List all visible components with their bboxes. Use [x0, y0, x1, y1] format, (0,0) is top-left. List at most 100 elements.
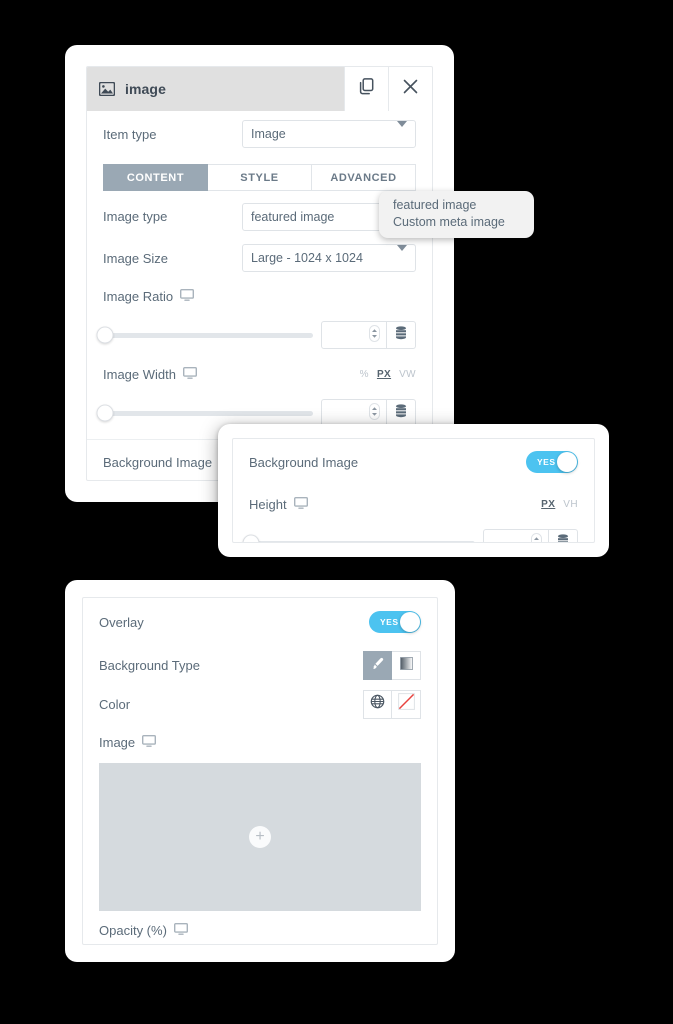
- image-type-value: featured image: [251, 209, 335, 224]
- background-type-row: Background Type: [83, 646, 437, 685]
- unit-percent[interactable]: %: [360, 369, 369, 380]
- bg-background-image-toggle[interactable]: YES: [526, 451, 578, 473]
- bg-background-image-label: Background Image: [249, 454, 359, 470]
- image-picker[interactable]: +: [99, 763, 421, 911]
- database-icon: [395, 403, 407, 423]
- panel-header-buttons: [344, 67, 432, 111]
- database-icon: [395, 325, 407, 345]
- close-button[interactable]: [388, 67, 432, 111]
- stepper-icon[interactable]: [369, 325, 380, 345]
- bg-height-label-text: Height: [249, 496, 287, 512]
- duplicate-icon: [359, 78, 375, 100]
- image-size-value: Large - 1024 x 1024: [251, 251, 363, 265]
- image-type-options-popup[interactable]: featured image Custom meta image: [379, 191, 534, 238]
- image-ratio-label-text: Image Ratio: [103, 288, 174, 304]
- close-icon: [403, 79, 418, 99]
- database-icon: [557, 533, 569, 542]
- unit-vw[interactable]: VW: [399, 369, 416, 380]
- unit-px[interactable]: PX: [541, 499, 555, 510]
- item-type-select[interactable]: Image: [242, 120, 416, 148]
- item-type-value: Image: [251, 127, 286, 141]
- image-size-row: Image Size Large - 1024 x 1024: [87, 239, 432, 277]
- opacity-label: Opacity (%): [99, 922, 421, 938]
- unit-px[interactable]: PX: [377, 369, 391, 380]
- bg-height-row: Height PX VH: [233, 485, 594, 523]
- responsive-desktop-icon[interactable]: [293, 496, 308, 512]
- opacity-label-text: Opacity (%): [99, 922, 167, 938]
- image-size-label: Image Size: [103, 250, 169, 266]
- opacity-row: Opacity (%): [83, 911, 437, 944]
- tab-advanced[interactable]: ADVANCED: [312, 164, 416, 191]
- image-width-label-text: Image Width: [103, 366, 176, 382]
- color-label: Color: [99, 696, 131, 712]
- image-width-input[interactable]: [321, 399, 387, 427]
- image-width-label: Image Width: [103, 366, 360, 382]
- gradient-icon: [399, 656, 413, 675]
- bg-height-dynamic-button[interactable]: [549, 529, 578, 542]
- image-ratio-slider-row: [87, 315, 432, 355]
- stepper-icon[interactable]: [531, 533, 542, 542]
- color-options: [363, 689, 421, 719]
- no-color-icon: [397, 693, 415, 715]
- background-image-inner: Background Image YES Height PX VH: [232, 438, 595, 543]
- color-row: Color: [83, 685, 437, 723]
- chevron-down-icon: [397, 121, 407, 141]
- image-ratio-slider[interactable]: [96, 326, 313, 344]
- image-width-row: Image Width % PX VW: [87, 355, 432, 393]
- overlay-settings-inner: Overlay YES Background Type Color Image …: [82, 597, 438, 945]
- image-ratio-row: Image Ratio: [87, 277, 432, 315]
- ov-overlay-toggle[interactable]: YES: [369, 611, 421, 633]
- image-ratio-input[interactable]: [321, 321, 387, 349]
- slider-track: [249, 540, 475, 542]
- plus-icon[interactable]: +: [249, 826, 271, 848]
- chevron-down-icon: [397, 245, 407, 265]
- unit-vh[interactable]: VH: [563, 499, 578, 510]
- responsive-desktop-icon[interactable]: [142, 734, 157, 750]
- toggle-state-label: YES: [537, 457, 556, 467]
- background-type-classic-button[interactable]: [363, 651, 392, 680]
- image-type-label: Image type: [103, 209, 168, 224]
- slider-knob[interactable]: [242, 534, 260, 542]
- tab-content[interactable]: CONTENT: [103, 164, 208, 191]
- toggle-knob: [557, 452, 577, 472]
- responsive-desktop-icon[interactable]: [173, 922, 188, 938]
- photo-icon: [99, 82, 115, 96]
- responsive-desktop-icon[interactable]: [180, 288, 195, 304]
- ov-overlay-row: Overlay YES: [83, 598, 437, 646]
- ov-image-label: Image: [99, 734, 421, 750]
- ov-image-row: Image: [83, 723, 437, 761]
- image-ratio-dynamic-button[interactable]: [387, 321, 416, 349]
- image-width-dynamic-button[interactable]: [387, 399, 416, 427]
- slider-knob[interactable]: [96, 404, 114, 422]
- bg-height-units: PX VH: [541, 499, 578, 510]
- bg-height-label: Height: [249, 496, 541, 512]
- option-featured-image[interactable]: featured image: [393, 197, 534, 214]
- overlay-settings-panel: Overlay YES Background Type Color Image …: [65, 580, 455, 962]
- ov-overlay-label: Overlay: [99, 614, 144, 630]
- item-type-label: Item type: [103, 126, 157, 142]
- bg-background-image-row: Background Image YES: [233, 439, 594, 485]
- color-none-button[interactable]: [392, 689, 421, 719]
- duplicate-button[interactable]: [344, 67, 388, 111]
- bg-height-slider[interactable]: [242, 534, 475, 542]
- image-widget-inner: image Item type Image CONTENT STYLE ADVA…: [86, 66, 433, 481]
- bg-height-input[interactable]: [483, 529, 549, 542]
- image-size-select[interactable]: Large - 1024 x 1024: [242, 244, 416, 272]
- brush-icon: [370, 656, 385, 676]
- background-type-gradient-button[interactable]: [392, 651, 421, 680]
- panel-header: image: [87, 67, 432, 111]
- slider-track: [103, 410, 313, 416]
- toggle-state-label: YES: [380, 617, 399, 627]
- image-width-slider[interactable]: [96, 404, 313, 422]
- responsive-desktop-icon[interactable]: [182, 366, 197, 382]
- image-ratio-label: Image Ratio: [103, 288, 416, 304]
- slider-track: [103, 332, 313, 338]
- color-global-button[interactable]: [363, 689, 392, 719]
- panel-title: image: [125, 81, 166, 97]
- tab-style[interactable]: STYLE: [208, 164, 312, 191]
- slider-knob[interactable]: [96, 326, 114, 344]
- option-custom-meta-image[interactable]: Custom meta image: [393, 214, 534, 231]
- background-type-label: Background Type: [99, 658, 200, 673]
- globe-icon: [370, 694, 385, 714]
- stepper-icon[interactable]: [369, 403, 380, 423]
